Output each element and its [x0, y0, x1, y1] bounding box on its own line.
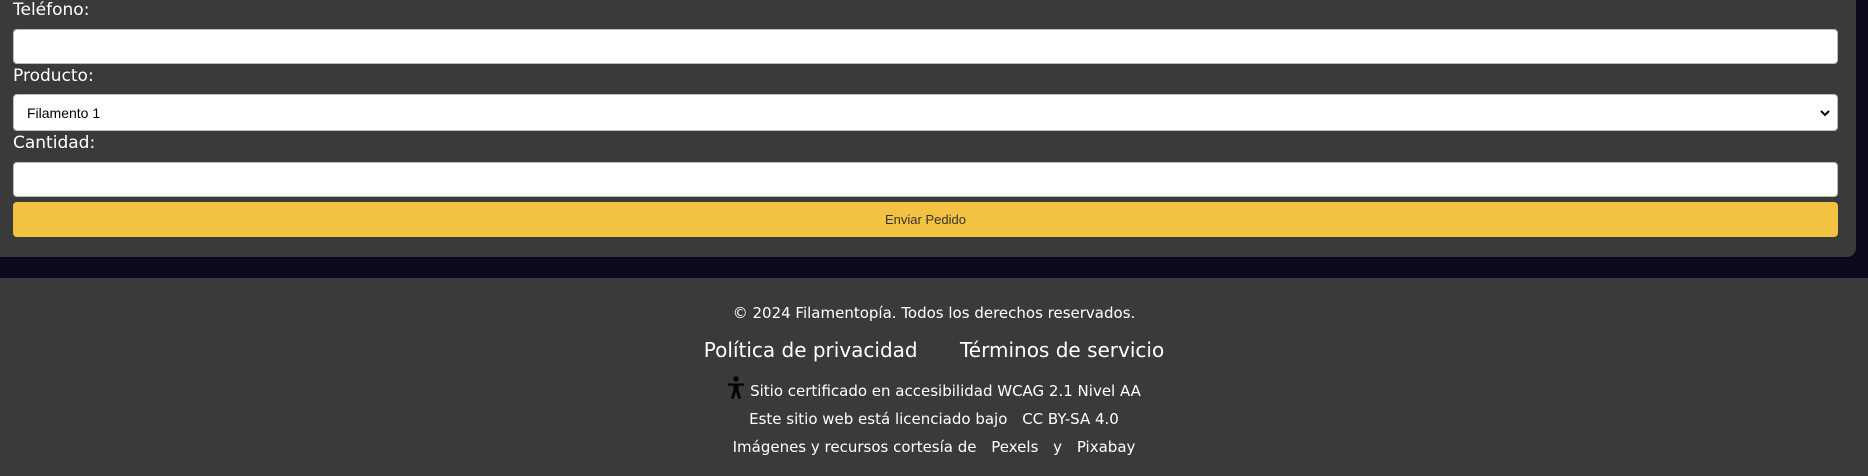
product-select-value: Filamento 1	[27, 105, 101, 121]
pixabay-link[interactable]: Pixabay	[1077, 438, 1136, 456]
terms-of-service-link[interactable]: Términos de servicio	[960, 338, 1164, 362]
chevron-down-icon	[1820, 110, 1830, 117]
credits-statement: Imágenes y recursos cortesía de Pexels y…	[0, 438, 1868, 456]
product-label: Producto:	[13, 66, 94, 86]
accessibility-statement: Sitio certificado en accesibilidad WCAG …	[0, 376, 1868, 400]
quantity-input[interactable]	[13, 162, 1838, 197]
accessibility-person-icon	[728, 376, 745, 399]
quantity-label: Cantidad:	[13, 133, 96, 153]
credits-and-text: y	[1053, 438, 1063, 456]
site-footer: © 2024 Filamentopía. Todos los derechos …	[0, 278, 1868, 476]
license-text: Este sitio web está licenciado bajo	[749, 410, 1008, 428]
phone-input[interactable]	[13, 29, 1838, 64]
phone-label: Teléfono:	[13, 0, 90, 20]
credits-text: Imágenes y recursos cortesía de	[732, 438, 977, 456]
policy-links: Política de privacidad Términos de servi…	[0, 338, 1868, 362]
license-statement: Este sitio web está licenciado bajo CC B…	[0, 410, 1868, 428]
privacy-policy-link[interactable]: Política de privacidad	[704, 338, 918, 362]
pexels-link[interactable]: Pexels	[991, 438, 1038, 456]
submit-order-button[interactable]: Enviar Pedido	[13, 202, 1838, 237]
accessibility-text: Sitio certificado en accesibilidad WCAG …	[750, 382, 1141, 400]
product-select[interactable]: Filamento 1	[13, 94, 1838, 131]
copyright-text: © 2024 Filamentopía. Todos los derechos …	[732, 304, 1136, 322]
order-form: Teléfono: Producto: Filamento 1 Cantidad…	[0, 0, 1856, 257]
license-link[interactable]: CC BY-SA 4.0	[1022, 410, 1119, 428]
